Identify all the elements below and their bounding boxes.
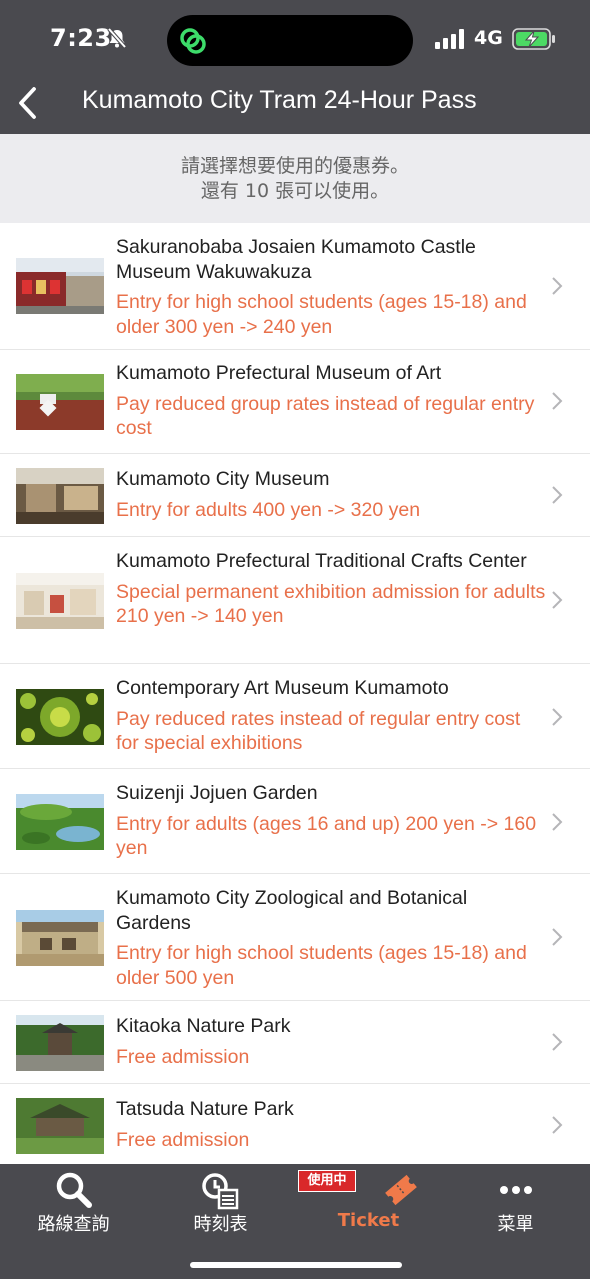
prefectural-museum-thumbnail	[16, 374, 104, 430]
item-name: Tatsuda Nature Park	[116, 1098, 294, 1120]
ticket-icon	[384, 1174, 417, 1206]
item-name: Kumamoto City Museum	[116, 468, 330, 490]
suizenji-garden-thumbnail	[16, 794, 104, 850]
item-discount: Special permanent exhibition admission f…	[116, 580, 546, 628]
item-name: Suizenji Jojuen Garden	[116, 782, 318, 804]
city-museum-thumbnail	[16, 468, 104, 524]
list-item[interactable]: Contemporary Art Museum Kumamoto Pay red…	[0, 664, 590, 769]
list-item[interactable]: Kitaoka Nature Park Free admission	[0, 1001, 590, 1084]
list-item[interactable]: Kumamoto Prefectural Museum of Art Pay r…	[0, 350, 590, 454]
search-icon	[56, 1172, 92, 1208]
notice-line-2: 還有 10 張可以使用。	[200, 180, 390, 202]
chevron-right-icon	[552, 392, 563, 410]
item-discount: Free admission	[116, 1045, 250, 1068]
timetable-icon	[201, 1173, 238, 1210]
tab-label: 時刻表	[193, 1214, 248, 1235]
home-indicator[interactable]	[190, 1262, 402, 1268]
back-button[interactable]	[12, 84, 46, 122]
list-item[interactable]: Sakuranobaba Josaien Kumamoto Castle Mus…	[0, 223, 590, 350]
item-name: Kumamoto Prefectural Traditional Crafts …	[116, 550, 527, 572]
item-name: Kitaoka Nature Park	[116, 1015, 291, 1037]
zoo-gardens-thumbnail	[16, 910, 104, 966]
app-logo-icon	[180, 28, 206, 54]
tab-route-search[interactable]: 路線查詢	[0, 1164, 147, 1244]
kitaoka-park-thumbnail	[16, 1015, 104, 1071]
network-type: 4G	[474, 27, 503, 49]
list-item[interactable]: Kumamoto City Museum Entry for adults 40…	[0, 454, 590, 537]
tab-label: 路線查詢	[37, 1214, 110, 1235]
coupon-list: Sakuranobaba Josaien Kumamoto Castle Mus…	[0, 223, 590, 1167]
more-icon	[499, 1186, 532, 1194]
tab-timetable[interactable]: 時刻表	[147, 1164, 294, 1244]
item-discount: Pay reduced rates instead of regular ent…	[116, 707, 521, 755]
item-discount: Entry for high school students (ages 15-…	[116, 291, 527, 338]
item-discount: Pay reduced group rates instead of regul…	[116, 392, 535, 440]
coupon-notice: 請選擇想要使用的優惠券。 還有 10 張可以使用。	[0, 134, 590, 223]
chevron-right-icon	[552, 1033, 563, 1051]
cellular-signal-icon	[435, 29, 464, 49]
tab-label: Ticket	[337, 1210, 400, 1231]
item-discount: Entry for high school students (ages 15-…	[116, 942, 527, 989]
item-discount: Entry for adults (ages 16 and up) 200 ye…	[116, 812, 537, 860]
dynamic-island	[167, 15, 413, 66]
item-name: Contemporary Art Museum Kumamoto	[116, 677, 449, 699]
crafts-center-thumbnail	[16, 573, 104, 629]
item-discount: Entry for adults 400 yen -> 320 yen	[116, 498, 421, 521]
chevron-right-icon	[552, 591, 563, 609]
bell-muted-icon	[107, 27, 127, 49]
status-bar: 7:23 4G	[0, 0, 590, 80]
item-name: Kumamoto City Zoological and Botanical G…	[116, 887, 468, 934]
chevron-right-icon	[552, 486, 563, 504]
chevron-right-icon	[552, 277, 563, 295]
contemporary-art-thumbnail	[16, 689, 104, 745]
chevron-right-icon	[552, 928, 563, 946]
item-name: Kumamoto Prefectural Museum of Art	[116, 362, 442, 384]
list-item[interactable]: Kumamoto City Zoological and Botanical G…	[0, 874, 590, 1001]
tab-label: 菜單	[497, 1214, 534, 1235]
battery-charging-icon	[512, 28, 555, 50]
status-time: 7:23	[50, 24, 112, 52]
navigation-header: 7:23 4G Kumamoto City Tram 24-Hour Pass	[0, 0, 590, 134]
tab-menu[interactable]: 菜單	[442, 1164, 589, 1244]
list-item[interactable]: Kumamoto Prefectural Traditional Crafts …	[0, 537, 590, 664]
item-discount: Free admission	[116, 1128, 250, 1151]
wakuwakuza-thumbnail	[16, 258, 104, 314]
page-title: Kumamoto City Tram 24-Hour Pass	[82, 86, 477, 114]
notice-line-1: 請選擇想要使用的優惠券。	[180, 155, 409, 177]
chevron-right-icon	[552, 1116, 563, 1134]
item-name: Sakuranobaba Josaien Kumamoto Castle Mus…	[116, 236, 476, 283]
list-item[interactable]: Suizenji Jojuen Garden Entry for adults …	[0, 769, 590, 874]
in-use-badge: 使用中	[298, 1170, 356, 1192]
list-item[interactable]: Tatsuda Nature Park Free admission	[0, 1084, 590, 1167]
chevron-right-icon	[552, 708, 563, 726]
chevron-right-icon	[552, 813, 563, 831]
tatsuda-park-thumbnail	[16, 1098, 104, 1154]
